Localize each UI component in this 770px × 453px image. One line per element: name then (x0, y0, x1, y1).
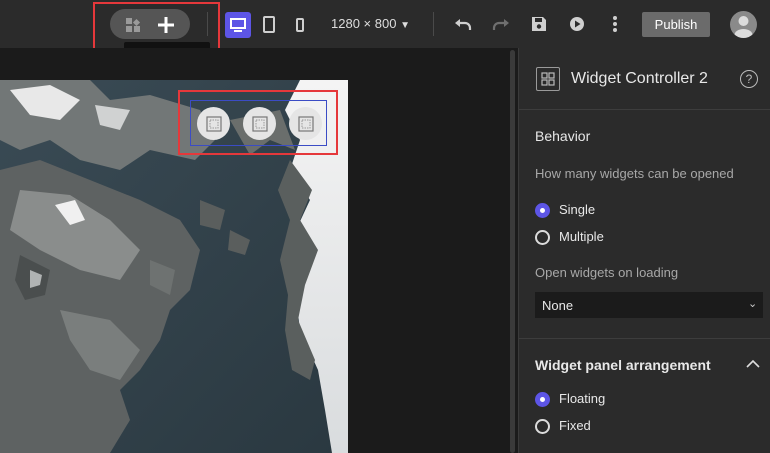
caret-down-icon: ▼ (400, 20, 410, 31)
user-icon (734, 16, 753, 38)
preview-play-icon[interactable] (566, 14, 588, 34)
mobile-icon (296, 18, 304, 32)
resolution-dropdown[interactable]: 1280 × 800 ▼ (331, 16, 410, 31)
publish-button[interactable]: Publish (642, 12, 710, 37)
panel-header: Widget Controller 2 ? (519, 48, 770, 110)
arrangement-heading: Widget panel arrangement (535, 357, 711, 373)
radio-single-label: Single (559, 202, 596, 217)
undo-icon[interactable] (452, 14, 474, 34)
tablet-view-button[interactable] (256, 12, 282, 38)
radio-multiple[interactable]: Multiple (535, 228, 655, 248)
open-on-loading-select[interactable]: None ⌄ (535, 292, 763, 318)
radio-fixed[interactable]: Fixed (535, 417, 655, 437)
desktop-icon (230, 18, 246, 32)
radio-single[interactable]: Single (535, 201, 655, 221)
widgets-opened-label: How many widgets can be opened (535, 166, 734, 181)
radio-floating-label: Floating (559, 391, 606, 406)
highlight-box-widget-controller (178, 90, 338, 155)
more-options-icon[interactable] (604, 14, 626, 34)
canvas-scrollbar[interactable] (510, 50, 515, 453)
chevron-up-icon (746, 356, 760, 374)
arrangement-section-header[interactable]: Widget panel arrangement (519, 348, 770, 378)
section-divider (519, 338, 770, 339)
radio-fixed-label: Fixed (559, 418, 591, 433)
radio-fixed-indicator (535, 419, 550, 434)
radio-multiple-label: Multiple (559, 229, 604, 244)
tablet-icon (263, 16, 275, 33)
avatar[interactable] (730, 11, 757, 38)
resolution-label: 1280 × 800 (331, 16, 397, 31)
redo-icon[interactable] (490, 14, 512, 34)
desktop-view-button[interactable] (225, 12, 251, 38)
widget-controller-icon (536, 67, 560, 91)
radio-floating[interactable]: Floating (535, 390, 655, 410)
toolbar-divider (433, 12, 434, 36)
save-icon[interactable] (528, 14, 550, 34)
help-icon[interactable]: ? (740, 70, 758, 88)
panel-title: Widget Controller 2 (571, 70, 708, 87)
radio-single-indicator (535, 203, 550, 218)
chevron-down-icon: ⌄ (748, 298, 758, 310)
open-on-loading-value: None (542, 298, 574, 313)
radio-multiple-indicator (535, 230, 550, 245)
behavior-heading: Behavior (535, 128, 591, 144)
mobile-view-button[interactable] (287, 12, 313, 38)
open-on-loading-label: Open widgets on loading (535, 265, 679, 280)
radio-floating-indicator (535, 392, 550, 407)
settings-panel: Widget Controller 2 ? Behavior How many … (518, 48, 770, 453)
